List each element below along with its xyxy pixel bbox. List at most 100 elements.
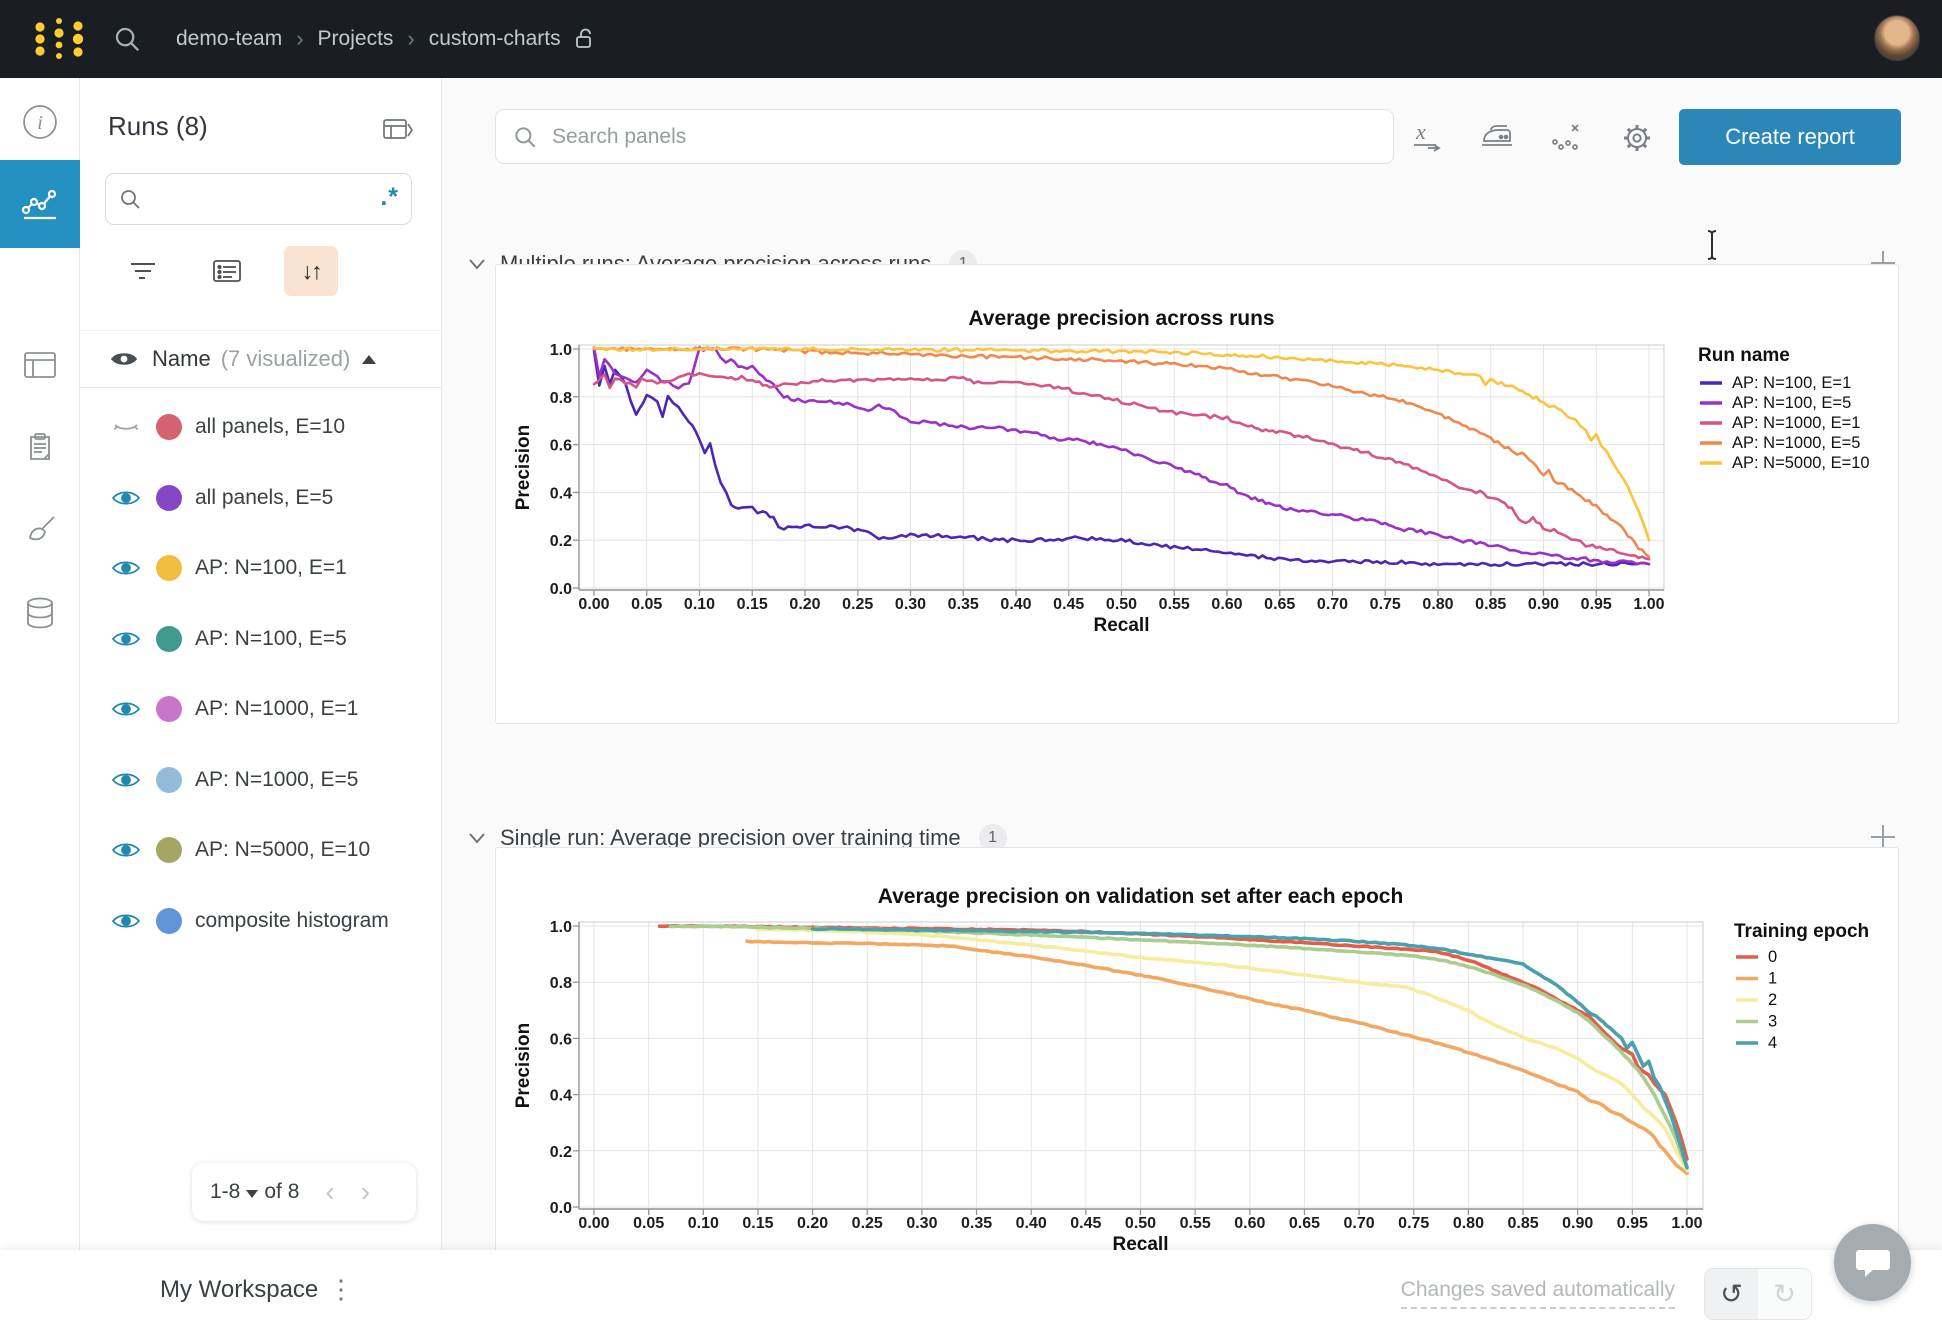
run-row[interactable]: all panels, E=5 — [80, 463, 442, 534]
run-color-dot — [156, 767, 182, 793]
bottom-bar: My Workspace ⋮ Changes saved automatical… — [0, 1250, 1942, 1334]
filter-icon[interactable] — [116, 246, 170, 296]
svg-text:0.25: 0.25 — [842, 596, 873, 613]
outliers-scatter-icon[interactable] — [1547, 118, 1587, 158]
svg-text:1.00: 1.00 — [1671, 1215, 1702, 1232]
run-row[interactable]: AP: N=1000, E=1 — [80, 674, 442, 745]
workspace-name[interactable]: My Workspace — [160, 1276, 318, 1304]
runs-search-input[interactable] — [152, 187, 380, 212]
run-row[interactable]: composite histogram — [80, 886, 442, 957]
sort-arrows-icon: ↓↑ — [302, 258, 321, 285]
run-name[interactable]: composite histogram — [195, 909, 389, 933]
svg-text:AP: N=1000, E=5: AP: N=1000, E=5 — [1732, 434, 1860, 452]
svg-text:0.50: 0.50 — [1106, 596, 1137, 613]
svg-text:0.45: 0.45 — [1053, 596, 1084, 613]
runs-list-header[interactable]: Name (7 visualized) — [80, 330, 442, 388]
global-search-icon[interactable] — [112, 24, 142, 54]
run-row[interactable]: AP: N=1000, E=5 — [80, 745, 442, 816]
page-range-dropdown[interactable]: 1-8 of 8 — [210, 1180, 299, 1204]
database-icon[interactable] — [0, 573, 80, 653]
run-visibility-toggle[interactable] — [110, 558, 142, 578]
run-visibility-toggle[interactable] — [110, 488, 142, 508]
eye-open-icon — [111, 629, 141, 649]
search-icon — [512, 124, 538, 150]
breadcrumb-projects[interactable]: Projects — [318, 27, 394, 51]
display-settings-icon[interactable] — [200, 246, 254, 296]
svg-text:0.65: 0.65 — [1289, 1215, 1320, 1232]
svg-text:0.8: 0.8 — [550, 390, 572, 407]
sort-button[interactable]: ↓↑ — [284, 246, 338, 296]
line-chart-icon[interactable] — [0, 160, 80, 248]
autosave-status[interactable]: Changes saved automatically — [1401, 1278, 1675, 1309]
svg-text:0.40: 0.40 — [1000, 596, 1031, 613]
svg-text:0.80: 0.80 — [1422, 596, 1453, 613]
run-visibility-toggle[interactable] — [110, 770, 142, 790]
svg-text:0.20: 0.20 — [789, 596, 820, 613]
chat-bubble-icon — [1854, 1246, 1892, 1280]
run-name[interactable]: AP: N=100, E=5 — [195, 627, 347, 651]
history-controls: ↺ ↻ — [1704, 1268, 1812, 1320]
runs-sort-column[interactable]: Name — [152, 346, 211, 372]
svg-text:0.25: 0.25 — [852, 1215, 883, 1232]
run-row[interactable]: AP: N=5000, E=10 — [80, 815, 442, 886]
runs-panel-title: Runs (8) — [108, 111, 208, 142]
run-name[interactable]: all panels, E=5 — [195, 486, 333, 510]
run-name[interactable]: AP: N=5000, E=10 — [195, 838, 370, 862]
redo-button[interactable]: ↻ — [1758, 1269, 1811, 1319]
run-row[interactable]: AP: N=100, E=5 — [80, 604, 442, 675]
table-icon[interactable] — [0, 325, 80, 405]
run-color-dot — [156, 485, 182, 511]
help-chat-button[interactable] — [1834, 1224, 1911, 1301]
chevron-down-icon[interactable] — [468, 832, 486, 844]
panel-search-input[interactable] — [550, 124, 1377, 150]
svg-text:0.10: 0.10 — [684, 596, 715, 613]
breadcrumb-project[interactable]: custom-charts — [429, 27, 561, 51]
panel-card-average-precision-across-runs[interactable]: 0.000.050.100.150.200.250.300.350.400.45… — [495, 264, 1899, 724]
run-visibility-toggle[interactable] — [110, 840, 142, 860]
regex-toggle[interactable]: .* — [380, 185, 399, 210]
svg-text:0.60: 0.60 — [1234, 1215, 1265, 1232]
run-name[interactable]: AP: N=1000, E=1 — [195, 697, 358, 721]
run-name[interactable]: all panels, E=10 — [195, 415, 345, 439]
eye-open-icon — [111, 770, 141, 790]
sort-ascending-caret-icon — [362, 355, 376, 364]
svg-text:1.00: 1.00 — [1633, 596, 1664, 613]
svg-text:0.95: 0.95 — [1581, 596, 1612, 613]
run-row[interactable]: AP: N=100, E=1 — [80, 533, 442, 604]
svg-text:0.85: 0.85 — [1507, 1215, 1538, 1232]
run-visibility-toggle[interactable] — [110, 417, 142, 437]
run-name[interactable]: AP: N=100, E=1 — [195, 556, 347, 580]
wandb-logo-icon[interactable] — [26, 13, 96, 65]
svg-text:0.0: 0.0 — [550, 581, 572, 598]
chevron-down-icon[interactable] — [468, 258, 486, 270]
run-visibility-toggle[interactable] — [110, 911, 142, 931]
search-icon — [118, 187, 142, 211]
runs-search-box: .* — [105, 173, 412, 225]
broom-icon[interactable] — [0, 490, 80, 570]
svg-text:Run name: Run name — [1698, 345, 1790, 366]
svg-text:0.75: 0.75 — [1370, 596, 1401, 613]
svg-text:0.85: 0.85 — [1475, 596, 1506, 613]
user-avatar[interactable] — [1874, 15, 1920, 61]
run-visibility-toggle[interactable] — [110, 699, 142, 719]
info-icon[interactable]: i — [0, 82, 80, 162]
breadcrumb-team[interactable]: demo-team — [176, 27, 282, 51]
x-axis-settings-icon[interactable]: x — [1407, 118, 1447, 158]
run-name[interactable]: AP: N=1000, E=5 — [195, 768, 358, 792]
svg-text:4: 4 — [1768, 1034, 1777, 1052]
clipboard-icon[interactable] — [0, 408, 80, 488]
next-page-button[interactable]: › — [361, 1178, 370, 1206]
workspace-menu-kebab-icon[interactable]: ⋮ — [328, 1274, 354, 1305]
run-row[interactable]: all panels, E=10 — [80, 392, 442, 463]
undo-button[interactable]: ↺ — [1705, 1269, 1758, 1319]
expand-runs-table-button[interactable] — [383, 118, 413, 142]
smoothing-iron-icon[interactable] — [1477, 118, 1517, 158]
settings-gear-icon[interactable] — [1617, 118, 1657, 158]
run-list: all panels, E=10 all panels, E=5 — [80, 392, 442, 956]
run-visibility-toggle[interactable] — [110, 629, 142, 649]
prev-page-button[interactable]: ‹ — [325, 1178, 334, 1206]
breadcrumb-separator: › — [407, 26, 414, 52]
eye-open-icon — [111, 840, 141, 860]
svg-text:2: 2 — [1768, 991, 1777, 1009]
create-report-button[interactable]: Create report — [1679, 109, 1901, 165]
